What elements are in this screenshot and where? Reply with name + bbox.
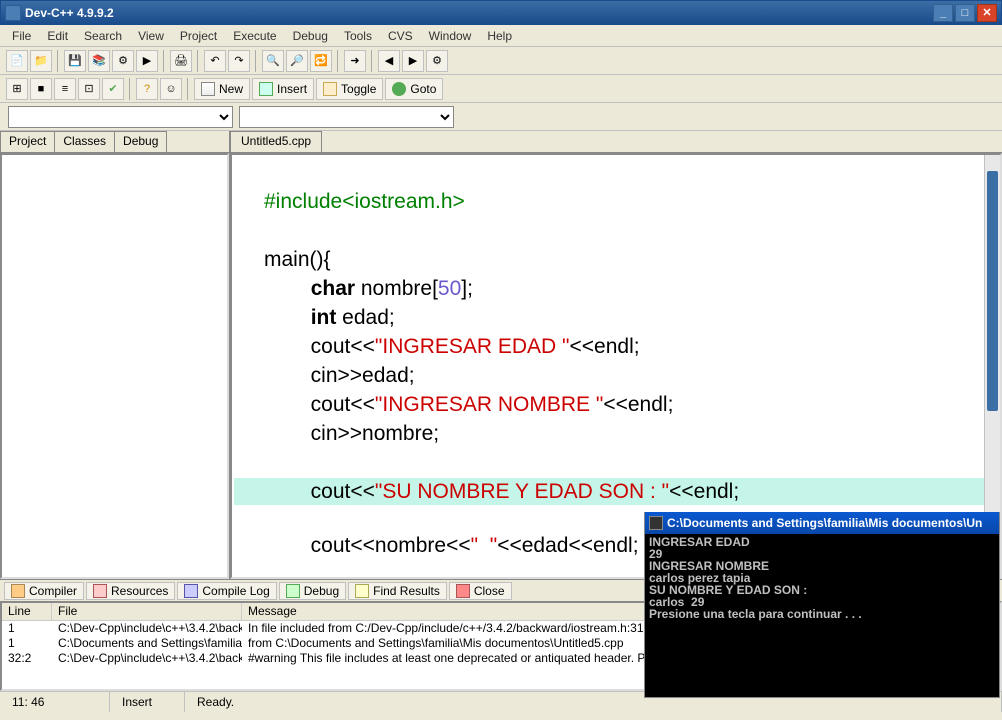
function-combo[interactable] xyxy=(8,106,233,128)
new-icon xyxy=(201,82,215,96)
help-icon[interactable]: ? xyxy=(136,78,158,100)
col-line[interactable]: Line xyxy=(2,603,52,620)
find-next-icon[interactable]: 🔁 xyxy=(310,50,332,72)
tab-debug[interactable]: Debug xyxy=(114,131,167,152)
grid-square-icon[interactable]: ■ xyxy=(30,78,52,100)
titlebar[interactable]: Dev-C++ 4.9.9.2 _ □ ✕ xyxy=(0,0,1002,25)
menu-cvs[interactable]: CVS xyxy=(380,27,421,45)
window-title: Dev-C++ 4.9.9.2 xyxy=(25,6,114,20)
tab-project[interactable]: Project xyxy=(0,131,55,152)
menubar: File Edit Search View Project Execute De… xyxy=(0,25,1002,47)
compile-icon[interactable]: ⚙ xyxy=(112,50,134,72)
debug-icon xyxy=(286,584,300,598)
print-icon[interactable]: 🖨 xyxy=(170,50,192,72)
toggle-icon xyxy=(323,82,337,96)
status-mode: Insert xyxy=(110,692,185,712)
redo-icon[interactable]: ↷ xyxy=(228,50,250,72)
log-icon xyxy=(184,584,198,598)
file-tab[interactable]: Untitled5.cpp xyxy=(230,131,322,152)
tab-compiler[interactable]: Compiler xyxy=(4,582,84,600)
console-icon xyxy=(649,516,663,530)
file-tabs: Untitled5.cpp xyxy=(230,131,1002,153)
menu-search[interactable]: Search xyxy=(76,27,130,45)
maximize-button[interactable]: □ xyxy=(955,4,975,22)
menu-execute[interactable]: Execute xyxy=(225,27,284,45)
menu-window[interactable]: Window xyxy=(421,27,480,45)
project-tree[interactable] xyxy=(0,153,229,579)
col-file[interactable]: File xyxy=(52,603,242,620)
save-icon[interactable]: 💾 xyxy=(64,50,86,72)
tab-classes[interactable]: Classes xyxy=(54,131,115,152)
minimize-button[interactable]: _ xyxy=(933,4,953,22)
compiler-icon xyxy=(11,584,25,598)
tab-find-results[interactable]: Find Results xyxy=(348,582,447,600)
left-panel: Project Classes Debug xyxy=(0,131,230,579)
tab-close[interactable]: Close xyxy=(449,582,512,600)
menu-file[interactable]: File xyxy=(4,27,39,45)
new-button[interactable]: New xyxy=(194,78,250,100)
find-icon[interactable]: 🔍 xyxy=(262,50,284,72)
console-titlebar[interactable]: C:\Documents and Settings\familia\Mis do… xyxy=(645,512,999,534)
insert-button[interactable]: Insert xyxy=(252,78,314,100)
class-combo[interactable] xyxy=(239,106,454,128)
close-button[interactable]: ✕ xyxy=(977,4,997,22)
menu-view[interactable]: View xyxy=(130,27,172,45)
undo-icon[interactable]: ↶ xyxy=(204,50,226,72)
goto-line-icon[interactable]: ➜ xyxy=(344,50,366,72)
replace-icon[interactable]: 🔎 xyxy=(286,50,308,72)
tab-resources[interactable]: Resources xyxy=(86,582,175,600)
menu-edit[interactable]: Edit xyxy=(39,27,76,45)
find-icon xyxy=(355,584,369,598)
combo-row xyxy=(0,103,1002,131)
resources-icon xyxy=(93,584,107,598)
next-bookmark-icon[interactable]: ▶ xyxy=(402,50,424,72)
console-window[interactable]: C:\Documents and Settings\familia\Mis do… xyxy=(644,512,1000,698)
menu-project[interactable]: Project xyxy=(172,27,225,45)
new-file-icon[interactable]: 📄 xyxy=(6,50,28,72)
toolbar-main: 📄 📁 💾 📚 ⚙ ▶ 🖨 ↶ ↷ 🔍 🔎 🔁 ➜ ◀ ▶ ⚙ xyxy=(0,47,1002,75)
toolbar-secondary: ⊞ ■ ≡ ⊡ ✔ ? ☺ New Insert Toggle Goto xyxy=(0,75,1002,103)
insert-icon xyxy=(259,82,273,96)
menu-tools[interactable]: Tools xyxy=(336,27,380,45)
close-icon xyxy=(456,584,470,598)
grid-small-icon[interactable]: ⊞ xyxy=(6,78,28,100)
menu-debug[interactable]: Debug xyxy=(285,27,336,45)
console-output: INGRESAR EDAD 29 INGRESAR NOMBRE carlos … xyxy=(645,534,999,622)
toggle-button[interactable]: Toggle xyxy=(316,78,383,100)
tab-compile-log[interactable]: Compile Log xyxy=(177,582,276,600)
options-icon[interactable]: ⚙ xyxy=(426,50,448,72)
about-icon[interactable]: ☺ xyxy=(160,78,182,100)
console-title: C:\Documents and Settings\familia\Mis do… xyxy=(667,516,982,530)
status-position: 11: 46 xyxy=(0,692,110,712)
menu-help[interactable]: Help xyxy=(479,27,520,45)
tab-debug-bottom[interactable]: Debug xyxy=(279,582,346,600)
check-icon[interactable]: ✔ xyxy=(102,78,124,100)
goto-icon xyxy=(392,82,406,96)
goto-button[interactable]: Goto xyxy=(385,78,443,100)
open-project-icon[interactable]: 📁 xyxy=(30,50,52,72)
grid-large-icon[interactable]: ⊡ xyxy=(78,78,100,100)
prev-bookmark-icon[interactable]: ◀ xyxy=(378,50,400,72)
run-icon[interactable]: ▶ xyxy=(136,50,158,72)
grid-rows-icon[interactable]: ≡ xyxy=(54,78,76,100)
left-tabs: Project Classes Debug xyxy=(0,131,229,153)
save-all-icon[interactable]: 📚 xyxy=(88,50,110,72)
app-icon xyxy=(5,5,21,21)
